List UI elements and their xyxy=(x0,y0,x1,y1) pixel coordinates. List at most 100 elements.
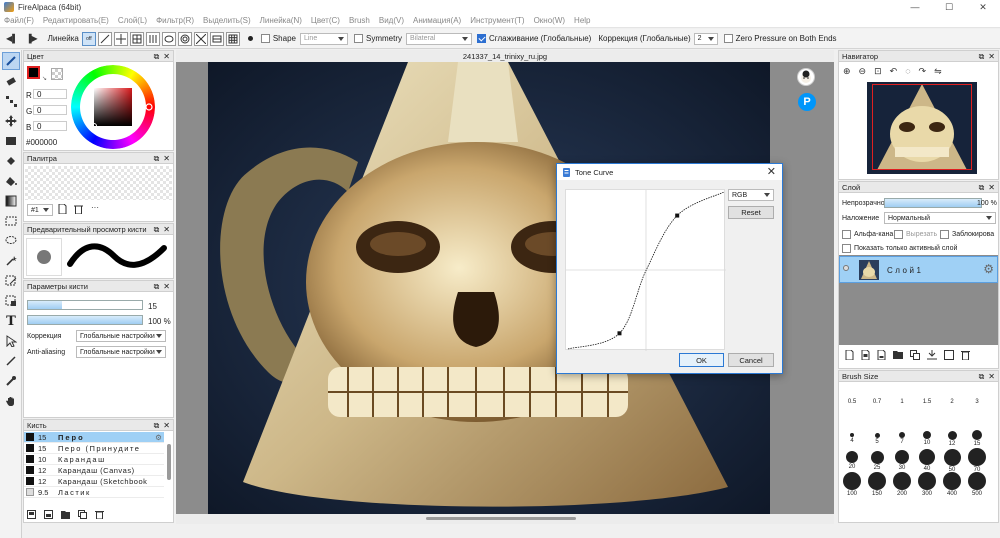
menu-select[interactable]: Выделить(S) xyxy=(203,16,251,25)
brush-size-option[interactable]: 1.5 xyxy=(915,399,939,405)
curve-control-point[interactable] xyxy=(617,331,622,336)
menu-ruler[interactable]: Линейка(N) xyxy=(260,16,302,25)
hand-tool-icon[interactable] xyxy=(2,392,20,410)
correction-select[interactable]: Глобальные настройки xyxy=(76,330,166,342)
smoothing-checkbox[interactable] xyxy=(476,34,486,43)
brush-size-option[interactable]: 25 xyxy=(865,450,889,471)
ruler-concentric-icon[interactable] xyxy=(177,31,192,46)
clear-layer-icon[interactable] xyxy=(944,350,954,360)
document-tab[interactable]: 241337_14_trinixy_ru.jpg xyxy=(176,50,834,62)
g-input[interactable]: 0 xyxy=(33,105,67,115)
menu-view[interactable]: Вид(V) xyxy=(379,16,404,25)
move-tool-icon[interactable] xyxy=(2,112,20,130)
dot-brush-tool-icon[interactable] xyxy=(2,92,20,110)
zoom-in-icon[interactable]: ⊕ xyxy=(843,66,851,77)
delete-layer-icon[interactable] xyxy=(961,350,970,360)
brush-size-option[interactable]: 100 xyxy=(840,472,864,497)
brush-size-option[interactable]: 4 xyxy=(840,432,864,444)
eyedropper-tool-icon[interactable] xyxy=(2,372,20,390)
prev-icon[interactable]: ◀▌ xyxy=(6,34,18,43)
b-input[interactable]: 0 xyxy=(33,121,67,131)
brush-item[interactable]: 15 Перо ⚙ xyxy=(24,432,164,443)
fireAlpaca-mascot-icon[interactable] xyxy=(797,68,815,86)
bucket-tool-icon[interactable] xyxy=(2,152,20,170)
flip-icon[interactable]: ⇋ xyxy=(934,66,942,77)
eye-icon[interactable] xyxy=(843,265,849,271)
navigator-preview[interactable] xyxy=(867,82,977,174)
show-active-only-checkbox[interactable] xyxy=(842,244,851,253)
channel-select[interactable]: RGB xyxy=(728,189,774,201)
brush-size-option[interactable]: 0.5 xyxy=(840,399,864,405)
magic-wand-tool-icon[interactable] xyxy=(2,252,20,270)
undock-icon[interactable]: ⧉ xyxy=(979,183,985,193)
ruler-cross-icon[interactable] xyxy=(113,31,128,46)
text-tool-icon[interactable]: T xyxy=(2,312,20,330)
brush-item[interactable]: 12 Карандаш (Canvas) xyxy=(24,465,164,476)
eraser-tool-icon[interactable] xyxy=(2,72,20,90)
new-palette-icon[interactable] xyxy=(58,204,67,214)
delete-palette-icon[interactable] xyxy=(74,204,83,214)
correction-select[interactable]: 2 xyxy=(693,32,718,45)
pixiv-icon[interactable]: P xyxy=(798,93,816,111)
brush-size-option[interactable]: 3 xyxy=(965,399,989,405)
menu-filter[interactable]: Фильтр(R) xyxy=(156,16,194,25)
brush-size-option[interactable]: 12 xyxy=(940,430,964,447)
ruler-radial-icon[interactable] xyxy=(193,31,208,46)
palette-swatches[interactable] xyxy=(25,166,172,200)
undock-icon[interactable]: ⧉ xyxy=(154,154,160,164)
menu-window[interactable]: Окно(W) xyxy=(534,16,565,25)
zoom-out-icon[interactable]: ⊖ xyxy=(859,66,867,77)
curve-control-point[interactable] xyxy=(675,213,680,218)
brush-size-option[interactable]: 7 xyxy=(890,432,914,445)
duplicate-brush-icon[interactable] xyxy=(44,510,53,519)
menu-edit[interactable]: Редактировать(E) xyxy=(43,16,109,25)
ruler-grid2-icon[interactable] xyxy=(225,31,240,46)
r-input[interactable]: 0 xyxy=(33,89,67,99)
ruler-perspective-icon[interactable] xyxy=(209,31,224,46)
tone-curve-graph[interactable] xyxy=(565,189,726,351)
operation-tool-icon[interactable] xyxy=(2,332,20,350)
copy-brush-icon[interactable] xyxy=(78,510,87,519)
select-pen-tool-icon[interactable] xyxy=(2,272,20,290)
close-icon[interactable]: ✕ xyxy=(163,421,170,430)
rotate-left-icon[interactable]: ↶ xyxy=(890,66,898,77)
ruler-ellipse-icon[interactable] xyxy=(161,31,176,46)
brush-size-option[interactable]: 5 xyxy=(865,432,889,445)
folder-icon[interactable] xyxy=(61,510,70,519)
undock-icon[interactable]: ⧉ xyxy=(979,372,985,382)
color-wheel[interactable] xyxy=(71,65,155,149)
shape-select[interactable]: Line xyxy=(299,32,348,45)
blend-mode-select[interactable]: Нормальный xyxy=(884,212,996,224)
close-icon[interactable]: ✕ xyxy=(163,282,170,291)
brush-item[interactable]: 10 Карандаш xyxy=(24,454,164,465)
lasso-tool-icon[interactable] xyxy=(2,232,20,250)
brush-size-option[interactable]: 30 xyxy=(890,450,914,471)
cancel-button[interactable]: Cancel xyxy=(728,353,774,367)
undock-icon[interactable]: ⧉ xyxy=(154,282,160,292)
brush-size-option[interactable]: 500 xyxy=(965,472,989,497)
palette-more-icon[interactable]: ··· xyxy=(91,203,99,212)
trash-icon[interactable] xyxy=(95,510,104,519)
brush-size-option[interactable]: 50 xyxy=(940,448,964,473)
rotate-reset-icon[interactable]: ◌ xyxy=(905,66,910,77)
swap-colors-icon[interactable]: ↘ xyxy=(42,75,47,82)
brush-size-option[interactable]: 1 xyxy=(890,399,914,405)
close-icon[interactable]: ✕ xyxy=(163,225,170,234)
divide-tool-icon[interactable] xyxy=(2,352,20,370)
zoom-fit-icon[interactable]: ⊡ xyxy=(874,66,882,77)
maximize-button[interactable]: ☐ xyxy=(932,0,966,14)
brush-size-option[interactable]: 0.7 xyxy=(865,399,889,405)
brush-size-option[interactable]: 20 xyxy=(840,451,864,470)
secondary-color-swatch[interactable] xyxy=(51,68,63,80)
menu-color[interactable]: Цвет(C) xyxy=(311,16,340,25)
brush-size-option[interactable]: 300 xyxy=(915,472,939,497)
brush-size-option[interactable]: 200 xyxy=(890,472,914,497)
symmetry-checkbox[interactable] xyxy=(353,34,363,43)
ruler-off-icon[interactable]: off xyxy=(81,31,96,46)
menu-animation[interactable]: Анимация(A) xyxy=(413,16,461,25)
menu-tool[interactable]: Инструмент(T) xyxy=(470,16,524,25)
brush-size-option[interactable]: 150 xyxy=(865,472,889,497)
layer-folder-icon[interactable] xyxy=(893,350,903,360)
new-8bit-layer-icon[interactable] xyxy=(861,350,870,360)
ruler-parallel-icon[interactable] xyxy=(97,31,112,46)
